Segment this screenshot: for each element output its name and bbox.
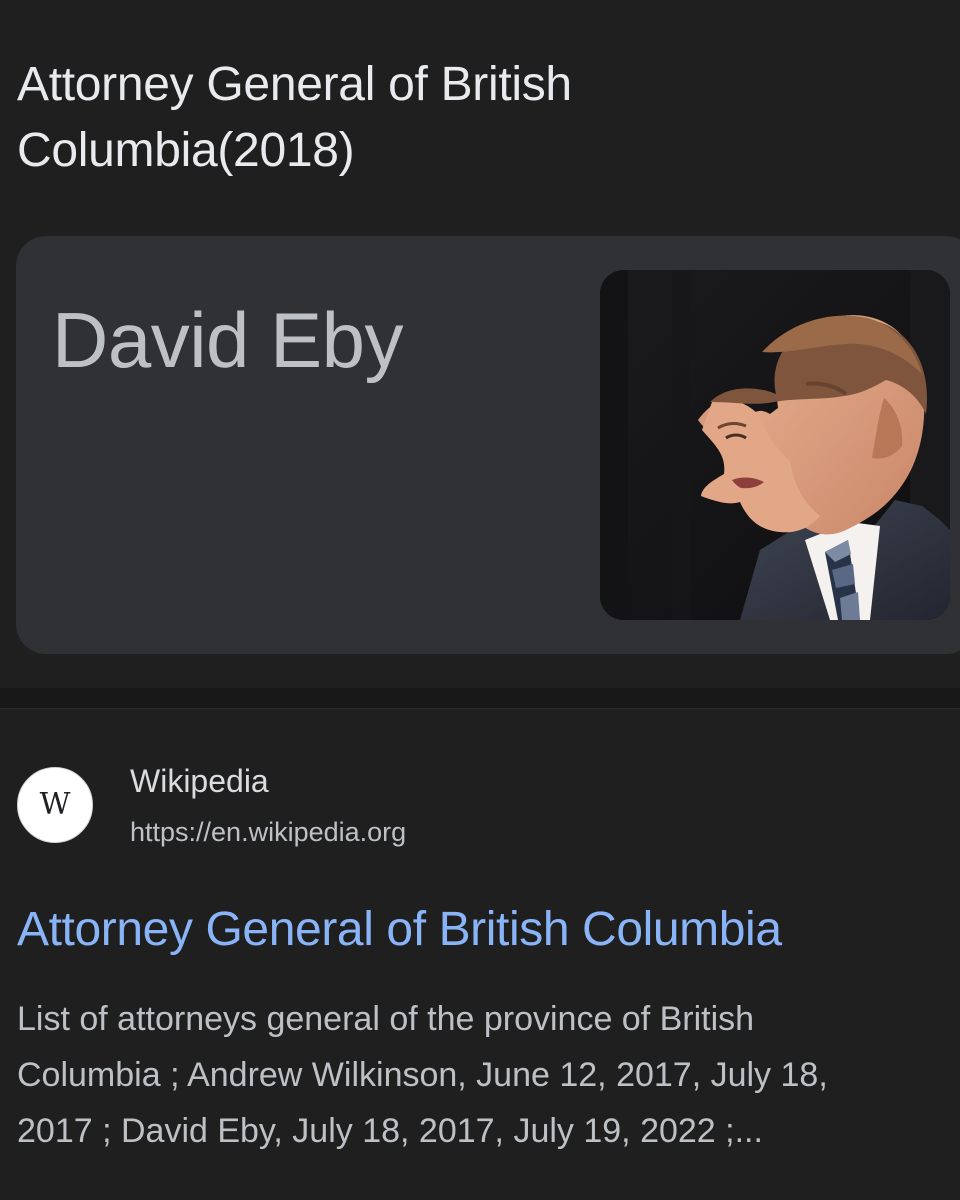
result-url[interactable]: https://en.wikipedia.org xyxy=(130,813,406,851)
page-title: Attorney General of British Columbia(201… xyxy=(17,52,917,184)
snippet-line-2: Columbia ; Andrew Wilkinson, June 12, 20… xyxy=(17,1056,828,1094)
portrait-illustration xyxy=(600,270,950,620)
result-site-name[interactable]: Wikipedia xyxy=(130,759,269,803)
page-title-line-1: Attorney General of British xyxy=(17,58,572,111)
answer-card[interactable]: David Eby xyxy=(16,236,960,654)
snippet-line-1: List of attorneys general of the provinc… xyxy=(17,1000,755,1038)
snippet-line-3: 2017 ; David Eby, July 18, 2017, July 19… xyxy=(17,1112,763,1150)
result-snippet: List of attorneys general of the provinc… xyxy=(17,991,960,1159)
page-title-line-2: Columbia(2018) xyxy=(17,124,355,177)
search-result[interactable]: W Wikipedia https://en.wikipedia.org Att… xyxy=(0,709,960,1200)
wikipedia-logo-icon: W xyxy=(17,767,93,843)
section-divider xyxy=(0,688,960,709)
portrait-image[interactable] xyxy=(600,270,950,620)
result-title-link[interactable]: Attorney General of British Columbia xyxy=(17,899,957,961)
answer-name[interactable]: David Eby xyxy=(52,292,404,388)
